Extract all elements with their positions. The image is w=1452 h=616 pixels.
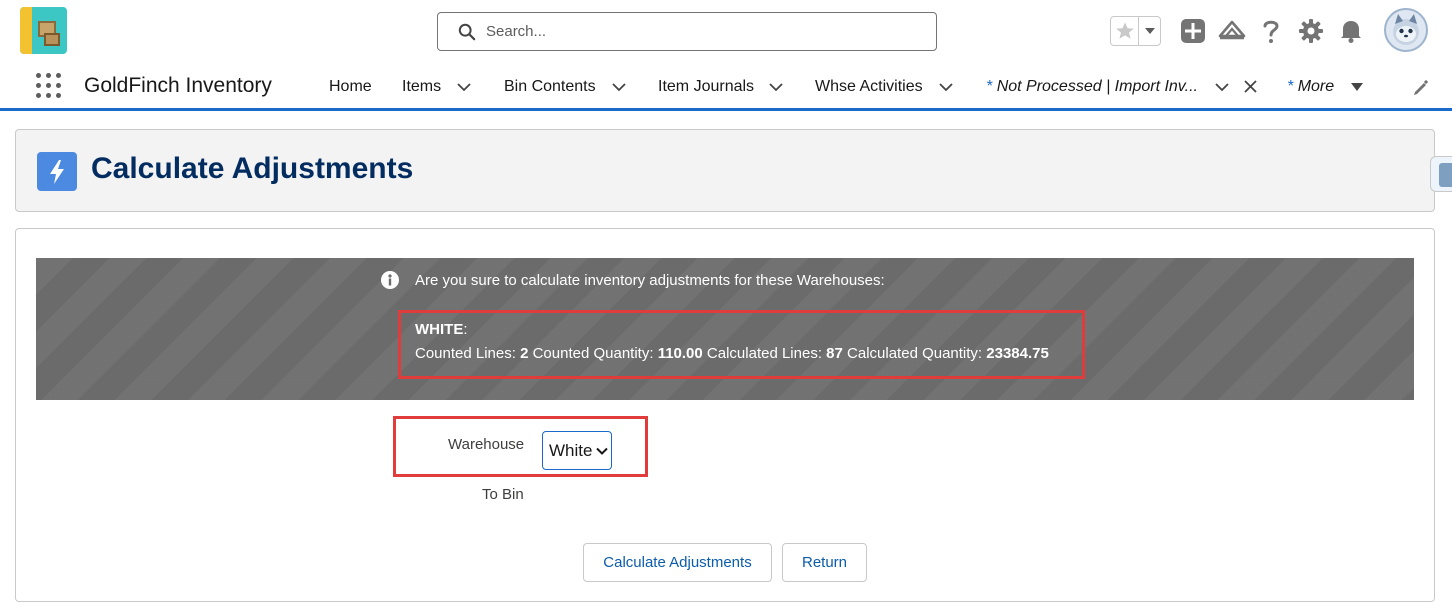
chevron-down-icon[interactable] <box>612 82 626 92</box>
favorites-button[interactable] <box>1111 17 1139 45</box>
nav-item-not-processed[interactable]: * Not Processed | Import Inv... <box>986 78 1198 96</box>
chevron-down-icon[interactable] <box>939 82 953 92</box>
nav-item-bin-contents[interactable]: Bin Contents <box>504 78 596 96</box>
search-input[interactable] <box>486 23 906 40</box>
calculated-quantity-value: 23384.75 <box>986 345 1049 362</box>
side-panel-toggle[interactable] <box>1430 156 1452 192</box>
notification-bell-icon <box>1341 21 1361 43</box>
chevron-down-icon <box>1144 28 1155 34</box>
app-logo[interactable] <box>20 7 67 54</box>
lightning-bolt-icon <box>50 159 64 184</box>
trailhead-icon <box>1218 20 1246 40</box>
calculated-lines-label: Calculated Lines: <box>706 345 822 362</box>
confirmation-message: Are you sure to calculate inventory adju… <box>415 272 885 289</box>
nav-item-home[interactable]: Home <box>329 78 372 96</box>
warehouse-summary-stats: Counted Lines: 2 Counted Quantity: 110.0… <box>415 345 1049 362</box>
app-name: GoldFinch Inventory <box>84 74 272 97</box>
app-nav-bar: GoldFinch Inventory Home Items Bin Conte… <box>0 64 1452 111</box>
app-logo-box <box>44 33 60 46</box>
warehouse-select-value: White <box>549 440 593 460</box>
favorites-group <box>1110 16 1161 46</box>
page-header: Calculate Adjustments <box>15 129 1435 212</box>
warehouse-name-suffix: : <box>463 321 468 338</box>
warehouse-select[interactable]: White <box>542 431 612 470</box>
avatar[interactable] <box>1384 8 1428 52</box>
chevron-down-icon <box>596 447 609 455</box>
info-glyph-icon <box>388 274 392 286</box>
avatar-icon <box>1393 14 1419 45</box>
nav-item-item-journals[interactable]: Item Journals <box>658 78 754 96</box>
chevron-down-icon[interactable] <box>1215 82 1229 92</box>
warehouse-label: Warehouse <box>448 436 525 453</box>
favorites-list-button[interactable] <box>1139 17 1160 45</box>
close-icon[interactable] <box>1244 80 1257 93</box>
chevron-down-icon[interactable] <box>769 82 783 92</box>
global-search[interactable] <box>437 12 937 51</box>
trailhead-button[interactable] <box>1218 17 1246 45</box>
search-icon <box>458 23 476 40</box>
help-button[interactable] <box>1257 17 1285 45</box>
nav-item-whse-activities[interactable]: Whse Activities <box>815 78 923 96</box>
counted-quantity-label: Counted Quantity: <box>532 345 654 362</box>
nav-item-more[interactable]: * More <box>1287 78 1334 96</box>
counted-quantity-value: 110.00 <box>657 345 703 362</box>
chevron-down-icon[interactable] <box>457 82 471 92</box>
nav-item-label: Not Processed | Import Inv... <box>996 78 1198 95</box>
info-icon <box>381 271 399 289</box>
global-header <box>0 0 1452 64</box>
edit-pencil-icon[interactable] <box>1412 79 1430 97</box>
side-panel-handle <box>1439 163 1452 187</box>
counted-lines-label: Counted Lines: <box>415 345 516 362</box>
nav-item-items[interactable]: Items <box>402 78 441 96</box>
notifications-button[interactable] <box>1337 17 1365 45</box>
favorite-star-icon <box>1115 22 1134 39</box>
setup-button[interactable] <box>1297 17 1325 45</box>
return-button[interactable]: Return <box>782 543 867 582</box>
lightning-icon <box>37 152 77 191</box>
modified-marker: * <box>1287 78 1294 95</box>
chevron-down-icon[interactable] <box>1350 82 1364 92</box>
calculated-quantity-label: Calculated Quantity: <box>847 345 983 362</box>
counted-lines-value: 2 <box>520 345 529 362</box>
warehouse-summary-title: WHITE: <box>415 321 468 338</box>
calculate-adjustments-button[interactable]: Calculate Adjustments <box>583 543 772 582</box>
page-title: Calculate Adjustments <box>91 152 414 185</box>
settings-gear-icon <box>1299 19 1323 43</box>
modified-marker: * <box>986 78 993 95</box>
calculated-lines-value: 87 <box>826 345 843 362</box>
global-actions-button[interactable] <box>1179 17 1207 45</box>
app-logo-stripe <box>20 7 32 54</box>
to-bin-label: To Bin <box>482 486 524 503</box>
nav-item-label: More <box>1297 78 1335 95</box>
add-icon <box>1181 19 1205 43</box>
warehouse-name: WHITE <box>415 321 464 338</box>
help-icon <box>1263 20 1279 43</box>
app-launcher-icon[interactable] <box>36 73 62 99</box>
